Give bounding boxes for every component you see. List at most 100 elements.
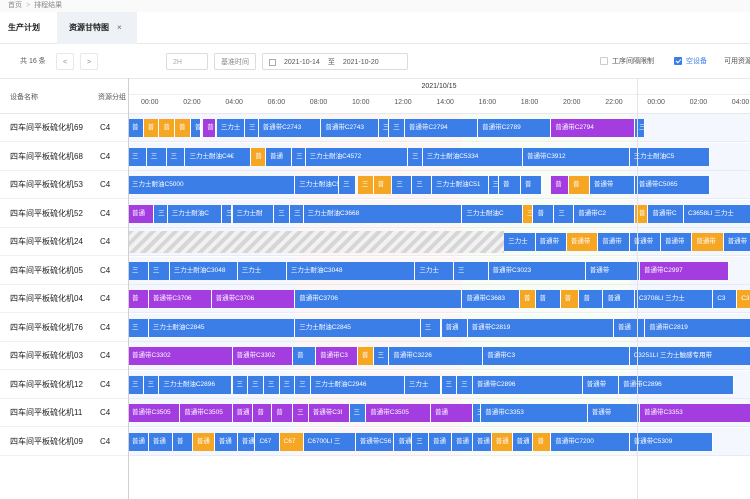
next-page-button[interactable]: >: [80, 53, 98, 70]
task-bar[interactable]: 三: [154, 204, 168, 223]
task-bar[interactable]: 普通带C: [648, 204, 684, 223]
task-bar[interactable]: 普通带C3505: [128, 404, 181, 422]
task-bar[interactable]: 三: [412, 432, 429, 451]
task-bar[interactable]: 普: [535, 290, 561, 308]
task-bar[interactable]: C6700LI 三: [303, 432, 356, 451]
task-bar[interactable]: 三: [128, 147, 147, 166]
task-bar[interactable]: 普通: [472, 432, 492, 451]
task-bar[interactable]: 普: [159, 119, 176, 137]
task-bar[interactable]: 普通: [512, 432, 534, 451]
task-bar[interactable]: 三: [378, 119, 390, 137]
task-bar[interactable]: 三: [232, 375, 249, 394]
task-bar[interactable]: 三: [128, 318, 149, 337]
close-icon[interactable]: ×: [117, 23, 122, 32]
task-bar[interactable]: 普通带: [629, 233, 661, 251]
task-bar[interactable]: 普通: [237, 432, 256, 451]
task-bar[interactable]: 三: [222, 204, 233, 223]
task-bar[interactable]: 普通带: [585, 261, 641, 280]
task-bar[interactable]: 三: [373, 347, 390, 365]
task-bar[interactable]: 普通带: [566, 233, 599, 251]
task-bar[interactable]: 三: [554, 204, 575, 223]
task-bar[interactable]: 普: [568, 176, 590, 194]
task-bar[interactable]: 普: [373, 176, 393, 194]
task-bar[interactable]: 普通: [613, 318, 646, 337]
task-bar[interactable]: C3708LI 三力士: [634, 290, 714, 308]
task-bar[interactable]: 三: [408, 147, 423, 166]
task-bar[interactable]: 三: [289, 204, 304, 223]
task-bar[interactable]: 三: [148, 261, 170, 280]
task-bar[interactable]: 普通带C3706: [148, 290, 212, 308]
task-bar[interactable]: 普: [172, 432, 193, 451]
task-bar[interactable]: 普: [533, 204, 555, 223]
task-bar[interactable]: 普通带C2997: [640, 261, 729, 280]
task-bar[interactable]: 三: [454, 261, 489, 280]
task-bar[interactable]: 三: [143, 375, 160, 394]
task-bar[interactable]: 普通带C2: [574, 204, 635, 223]
task-bar[interactable]: 普通带C3: [316, 347, 358, 365]
task-bar[interactable]: 三: [389, 119, 405, 137]
task-bar[interactable]: 普通带C3353: [481, 404, 588, 422]
task-bar[interactable]: 三: [412, 176, 433, 194]
task-bar[interactable]: 普: [498, 176, 521, 194]
task-bar[interactable]: 普通带C3302: [232, 347, 294, 365]
task-bar[interactable]: 三力士: [404, 375, 442, 394]
task-bar[interactable]: 普通带C3023: [488, 261, 586, 280]
task-bar[interactable]: 三: [357, 176, 374, 194]
task-bar[interactable]: 普通: [603, 290, 635, 308]
task-bar[interactable]: 三力士耐油C2845: [148, 318, 296, 337]
task-bar[interactable]: 三力士: [504, 233, 536, 251]
task-bar[interactable]: 普通带C3I: [308, 404, 350, 422]
task-bar[interactable]: 三: [349, 404, 367, 422]
task-bar[interactable]: 普: [128, 119, 144, 137]
empty-device-checkbox[interactable]: 空设备: [674, 53, 707, 70]
task-bar[interactable]: 三力士耐油C3668: [303, 204, 463, 223]
task-bar[interactable]: 三: [128, 261, 149, 280]
task-bar[interactable]: 普: [253, 404, 273, 422]
task-bar[interactable]: 普通: [232, 404, 254, 422]
task-bar[interactable]: 三: [523, 204, 534, 223]
task-bar[interactable]: 三: [292, 147, 306, 166]
tab-resource-gantt[interactable]: 资源甘特图 ×: [57, 12, 137, 44]
task-bar[interactable]: 三力士耐油C5: [629, 147, 711, 166]
task-bar[interactable]: 三力士耐油C4572: [305, 147, 409, 166]
task-bar[interactable]: 三力士耐油C5334: [422, 147, 523, 166]
task-bar[interactable]: 普通带C2896: [472, 375, 583, 394]
task-bar[interactable]: 三力士耐油C2845: [295, 318, 421, 337]
task-bar[interactable]: C67: [279, 432, 304, 451]
task-bar[interactable]: 普通带C3912: [523, 147, 630, 166]
tab-production-plan[interactable]: 生产计划: [8, 12, 40, 44]
task-bar[interactable]: 普通: [128, 204, 155, 223]
breadcrumb-home[interactable]: 首页: [8, 2, 22, 9]
task-bar[interactable]: 普通: [148, 432, 173, 451]
task-bar[interactable]: 普通带C2743: [258, 119, 322, 137]
task-bar[interactable]: 普通带C3505: [180, 404, 233, 422]
task-bar[interactable]: C3: [737, 290, 750, 308]
task-bar[interactable]: 三力士耐油C5000: [128, 176, 296, 194]
task-bar[interactable]: 普通带C3706: [295, 290, 463, 308]
task-bar[interactable]: 三: [128, 375, 144, 394]
date-range-picker[interactable]: 2021-10-14 至 2021-10-20: [262, 53, 408, 70]
time-unit-select[interactable]: 2H: [166, 53, 208, 70]
task-bar[interactable]: 普通带: [660, 233, 693, 251]
task-bar[interactable]: 普: [293, 347, 317, 365]
task-bar[interactable]: 普通带: [582, 375, 620, 394]
task-bar[interactable]: 普: [519, 290, 536, 308]
task-bar[interactable]: 普通带C2789: [478, 119, 552, 137]
task-bar[interactable]: 三力士: [237, 261, 287, 280]
task-bar[interactable]: 普通: [128, 432, 149, 451]
task-bar[interactable]: 三力士耐油C2896: [159, 375, 233, 394]
task-bar[interactable]: 普通带C2819: [467, 318, 614, 337]
task-bar[interactable]: 普通带C3226: [389, 347, 484, 365]
task-bar[interactable]: 三: [166, 147, 186, 166]
task-bar[interactable]: 三: [472, 404, 482, 422]
task-bar[interactable]: 普通带: [587, 404, 641, 422]
task-bar[interactable]: C67: [255, 432, 280, 451]
task-bar[interactable]: 普通带C3505: [366, 404, 432, 422]
task-bar[interactable]: 三: [457, 375, 473, 394]
process-interval-checkbox[interactable]: 工序间隔限制: [600, 53, 654, 70]
task-bar[interactable]: 普通带C3353: [640, 404, 750, 422]
task-bar[interactable]: 普: [560, 290, 580, 308]
task-bar[interactable]: 普通带C3683: [462, 290, 520, 308]
task-bar[interactable]: 普通带C2794: [551, 119, 635, 137]
task-bar[interactable]: 三: [248, 375, 264, 394]
